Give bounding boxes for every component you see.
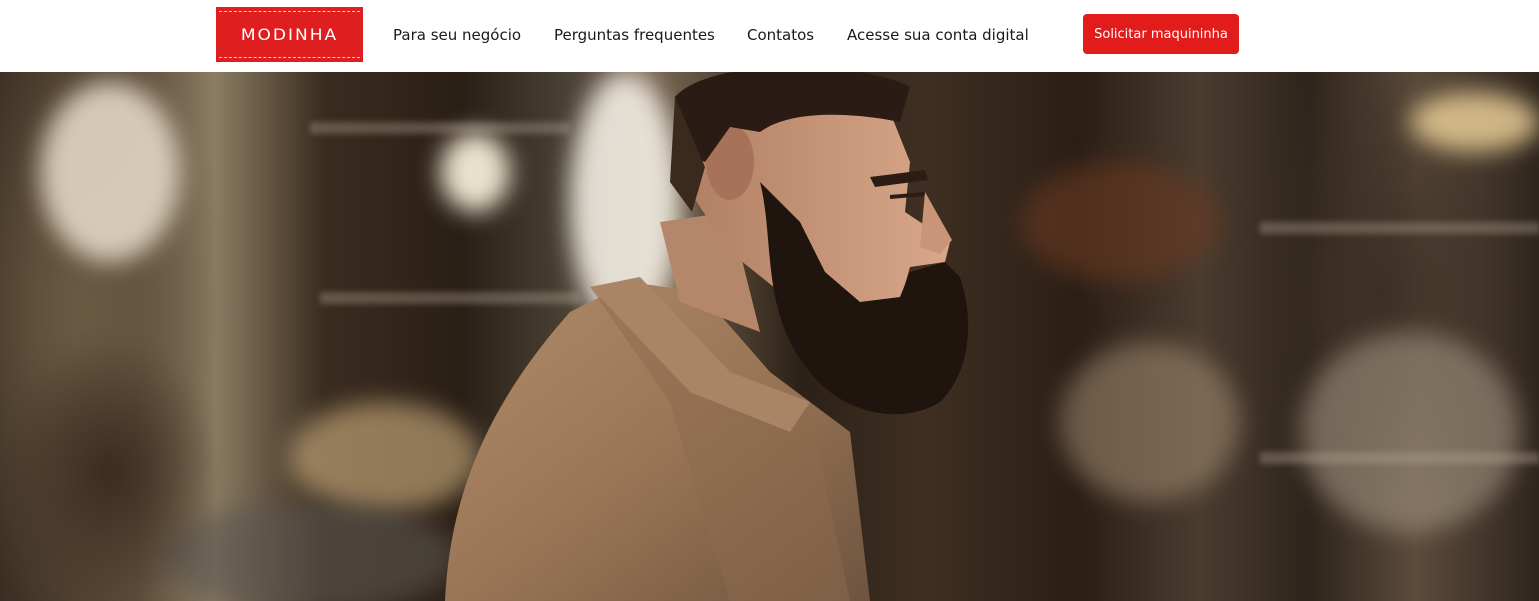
- bearded-man-figure: [445, 72, 969, 601]
- glassware-blur-right: [1300, 332, 1520, 532]
- background-person: [0, 262, 290, 601]
- glassware-blur: [1060, 342, 1240, 502]
- window-light: [40, 82, 180, 262]
- lamp-glow-right: [1410, 92, 1539, 152]
- nav-link-business[interactable]: Para seu negócio: [393, 24, 521, 46]
- nav-link-faq[interactable]: Perguntas frequentes: [554, 24, 715, 46]
- site-header: MODINHA Para seu negócio Perguntas frequ…: [0, 0, 1539, 72]
- hero-banner-image: [0, 72, 1539, 601]
- request-card-machine-button[interactable]: Solicitar maquininha: [1083, 14, 1239, 54]
- brand-logo-text: MODINHA: [240, 25, 339, 44]
- brand-logo[interactable]: MODINHA: [216, 7, 363, 62]
- nav-link-digital-account[interactable]: Acesse sua conta digital: [847, 24, 1029, 46]
- shelf: [1260, 222, 1539, 234]
- nav-link-contacts[interactable]: Contatos: [747, 24, 814, 46]
- shelf: [1260, 452, 1539, 464]
- bottles-blur: [1020, 162, 1220, 282]
